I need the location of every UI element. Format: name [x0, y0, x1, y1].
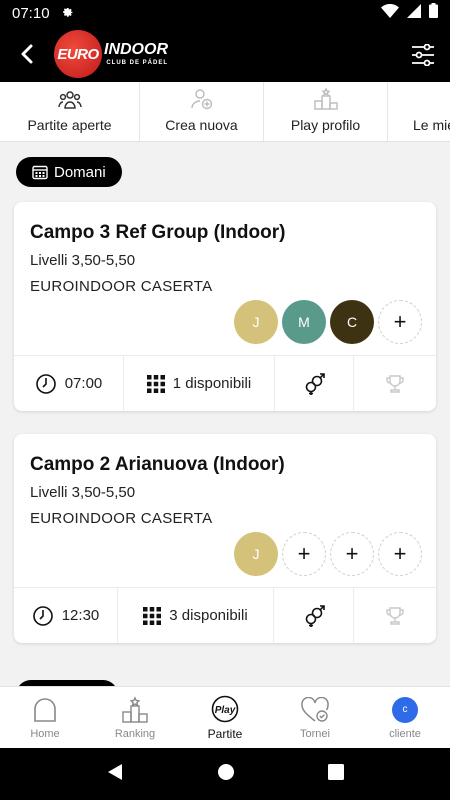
match-availability: 1 disponibili [124, 356, 275, 411]
settings-gear-icon [60, 4, 74, 22]
system-nav-bar [0, 748, 450, 800]
match-time: 12:30 [14, 588, 118, 643]
player-avatar[interactable]: M [282, 300, 326, 344]
join-slot-button[interactable]: + [378, 532, 422, 576]
trophy-icon [386, 374, 404, 393]
match-levels: Livelli 3,50-5,50 [30, 252, 136, 269]
match-club: EUROINDOOR CASERTA [30, 278, 213, 295]
match-card[interactable]: Campo 2 Arianuova (Indoor) Livelli 3,50-… [14, 434, 436, 643]
tab-bar: Partite aperte Crea nuova Play profilo L… [0, 82, 450, 142]
system-home-button[interactable] [217, 763, 235, 786]
trophy-icon [386, 606, 404, 625]
nav-home[interactable]: Home [0, 687, 90, 748]
match-footer: 12:30 3 disponibili [14, 587, 436, 643]
ranking-icon [121, 695, 149, 724]
logo-sub-text: CLUB DE PÁDEL [106, 60, 168, 66]
join-slot-button[interactable]: + [330, 532, 374, 576]
tab-crea-nuova[interactable]: Crea nuova [140, 82, 264, 141]
date-chip-label: Domani [54, 163, 106, 181]
nav-partite[interactable]: Play Partite [180, 687, 270, 748]
signal-icon [407, 3, 421, 23]
back-button[interactable] [0, 26, 54, 82]
triangle-back-icon [108, 763, 123, 780]
filter-button[interactable] [406, 38, 440, 72]
gender-mixed-icon [305, 604, 325, 627]
group-icon [57, 87, 82, 111]
tab-partite-aperte[interactable]: Partite aperte [0, 82, 140, 141]
nav-tornei[interactable]: Tornei [270, 687, 360, 748]
app-bar: EURO INDOOR CLUB DE PÁDEL [0, 26, 450, 82]
home-icon [32, 696, 58, 724]
match-card[interactable]: Campo 3 Ref Group (Indoor) Livelli 3,50-… [14, 202, 436, 411]
partial-icon [413, 87, 450, 111]
match-club: EUROINDOOR CASERTA [30, 510, 213, 527]
match-levels: Livelli 3,50-5,50 [30, 484, 136, 501]
system-recents-button[interactable] [327, 763, 344, 785]
trophy-button[interactable] [354, 588, 436, 643]
join-slot-button[interactable]: + [378, 300, 422, 344]
gender-mixed-icon [305, 372, 325, 395]
players-row: J M C + [234, 300, 422, 344]
system-back-button[interactable] [106, 763, 124, 786]
podium-icon [313, 87, 338, 111]
back-arrow-icon [21, 44, 33, 64]
sliders-icon [412, 44, 434, 66]
tab-le-mie[interactable]: Le mie [388, 82, 450, 141]
add-user-icon [190, 87, 214, 111]
status-time: 07:10 [12, 4, 50, 22]
bottom-nav: Home Ranking Play Partite Tornei c clien… [0, 686, 450, 748]
square-recents-icon [327, 763, 344, 780]
player-avatar[interactable]: J [234, 532, 278, 576]
gender-mixed-button[interactable] [274, 588, 354, 643]
logo-ball-icon: EURO [54, 30, 102, 78]
match-title: Campo 3 Ref Group (Indoor) [30, 222, 286, 243]
circle-home-icon [217, 763, 234, 780]
svg-text:Play: Play [215, 705, 236, 716]
heart-check-icon [301, 696, 329, 724]
nav-ranking[interactable]: Ranking [90, 687, 180, 748]
grid-icon [146, 374, 165, 393]
euroindoor-logo: EURO INDOOR CLUB DE PÁDEL [54, 26, 168, 82]
trophy-button[interactable] [354, 356, 436, 411]
status-indicators [381, 3, 438, 23]
play-icon: Play [211, 695, 239, 723]
player-avatar[interactable]: J [234, 300, 278, 344]
gender-mixed-button[interactable] [275, 356, 354, 411]
clock-icon [32, 605, 53, 626]
clock-icon [35, 373, 56, 394]
battery-icon [429, 3, 438, 23]
tab-play-profilo[interactable]: Play profilo [264, 82, 388, 141]
match-time: 07:00 [14, 356, 124, 411]
wifi-icon [381, 3, 399, 23]
date-chip[interactable]: Domani [16, 157, 122, 187]
match-availability: 3 disponibili [118, 588, 274, 643]
grid-icon [143, 606, 162, 625]
calendar-icon [32, 165, 48, 180]
user-avatar: c [392, 696, 418, 723]
status-bar: 07:10 [0, 0, 450, 26]
join-slot-button[interactable]: + [282, 532, 326, 576]
nav-cliente[interactable]: c cliente [360, 687, 450, 748]
match-footer: 07:00 1 disponibili [14, 355, 436, 411]
player-avatar[interactable]: C [330, 300, 374, 344]
match-title: Campo 2 Arianuova (Indoor) [30, 454, 285, 475]
logo-main-text: INDOOR [104, 41, 168, 58]
players-row: J + + + [234, 532, 422, 576]
